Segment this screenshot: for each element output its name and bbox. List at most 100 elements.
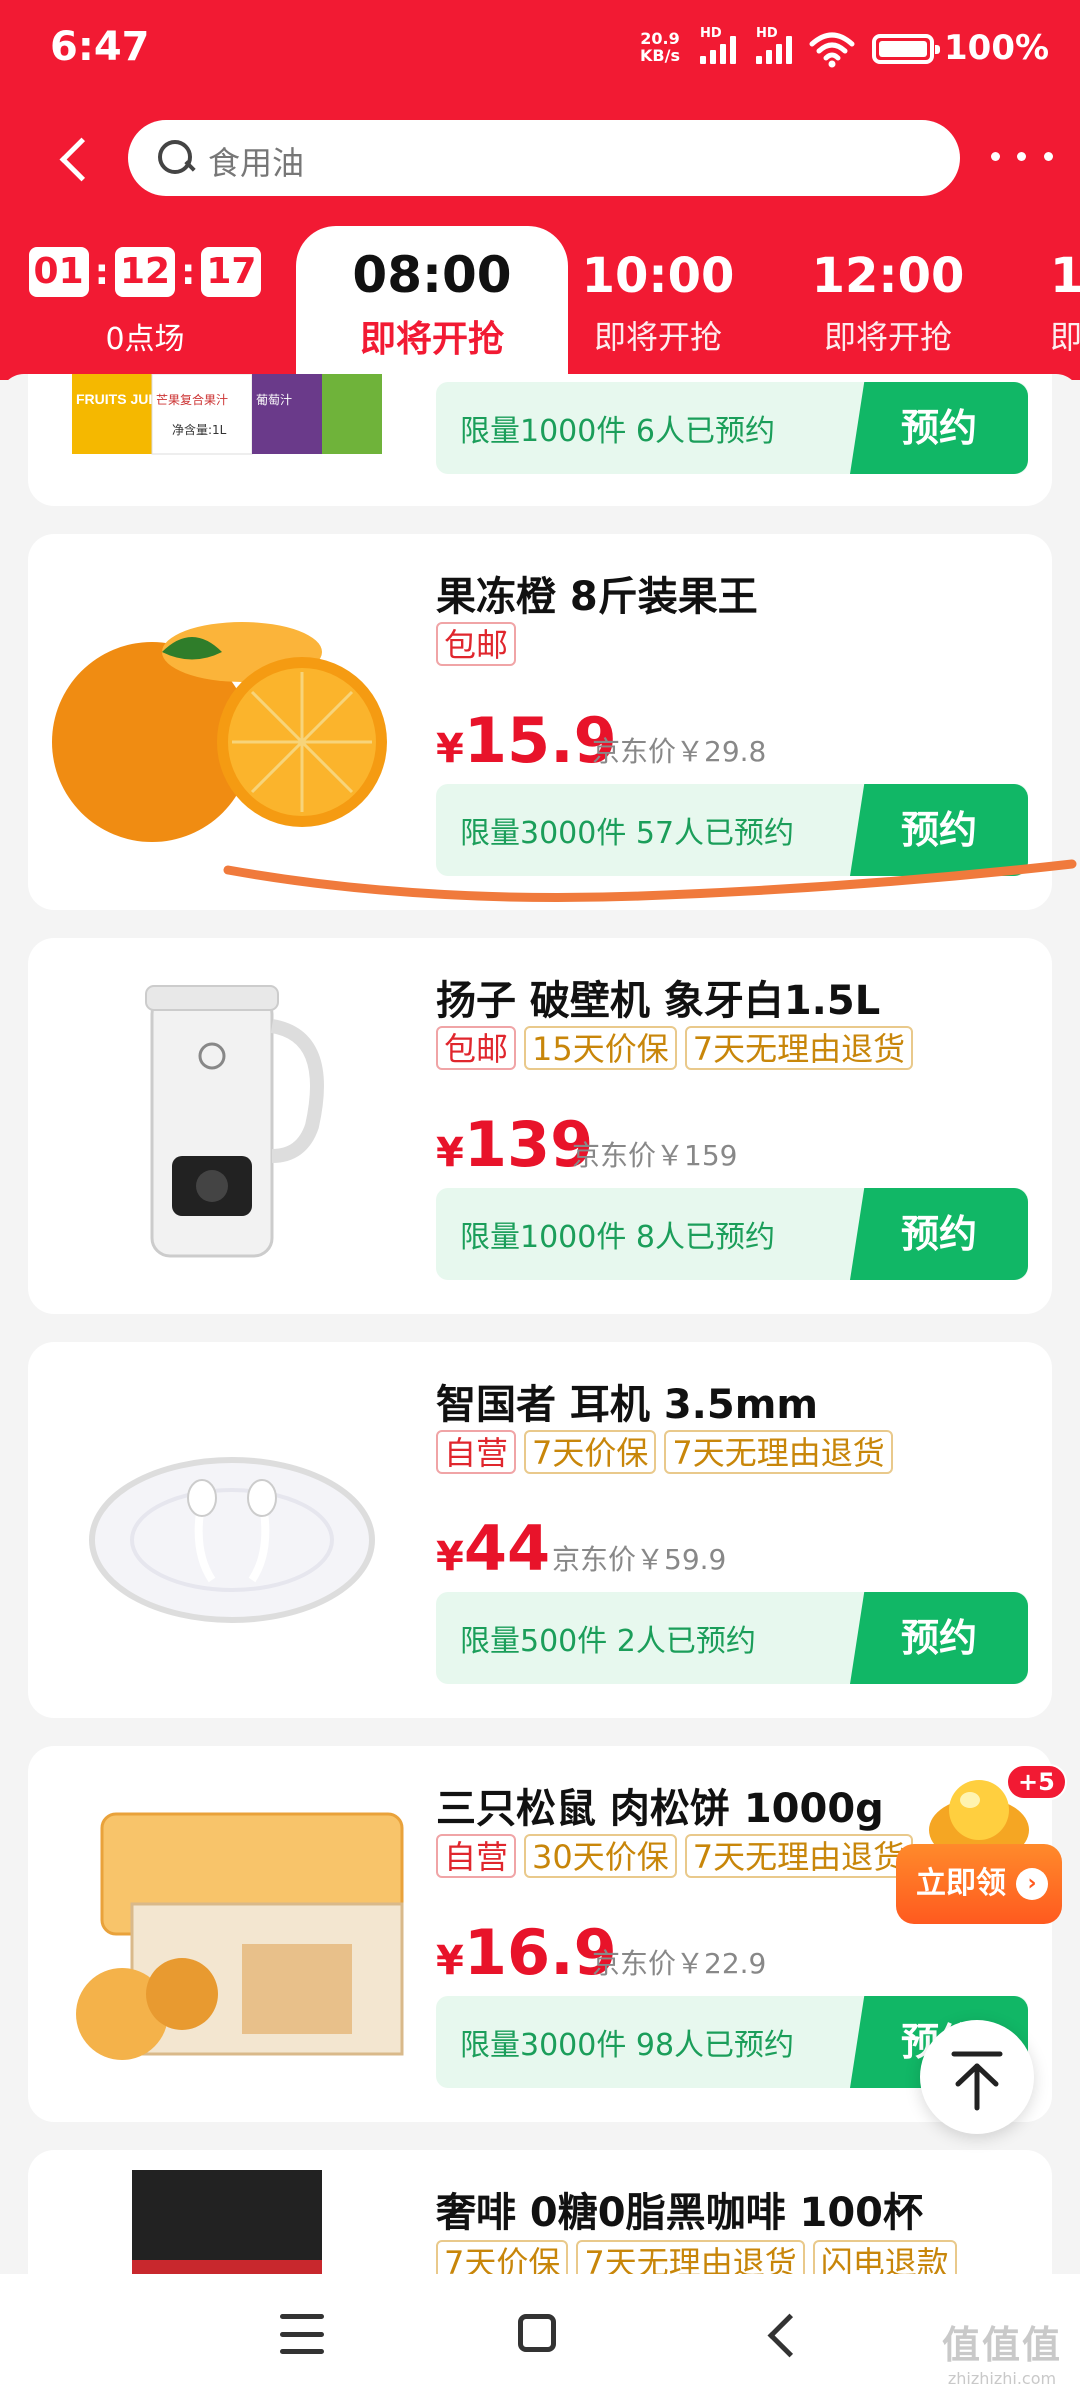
product-tags: 自营 7天价保 7天无理由退货 <box>436 1430 893 1474</box>
tag-free-return: 7天无理由退货 <box>684 1834 914 1878</box>
product-image-blender <box>145 985 324 1258</box>
reserve-button[interactable]: 预约 <box>850 382 1028 474</box>
arrow-up-icon <box>951 2051 1003 2111</box>
claim-label: 立即领 <box>916 1866 1006 1901</box>
juice-name-text: 芒果复合果汁 <box>156 392 228 407</box>
countdown-hours: 01 <box>28 247 89 297</box>
tag-free-return: 7天无理由退货 <box>684 1026 914 1070</box>
system-back-button[interactable] <box>760 2316 796 2352</box>
product-tags: 包邮 15天价保 7天无理由退货 <box>436 1026 914 1070</box>
search-input[interactable]: 食用油 <box>128 120 960 196</box>
tag-price-protect: 7天价保 <box>436 2240 569 2274</box>
product-price: ¥15.9 <box>436 704 617 777</box>
product-card-blender[interactable]: 扬子 破壁机 象牙白1.5L 包邮 15天价保 7天无理由退货 ¥139 京东价… <box>28 938 1052 1314</box>
product-list: FRUITS JUICE 芒果复合果汁 葡萄汁 净含量:1L 限量1000件 6… <box>0 374 1080 2274</box>
search-placeholder: 食用油 <box>208 144 305 182</box>
tab-status: 即将开抢 <box>593 318 722 356</box>
wifi-icon <box>809 32 855 68</box>
tab-time: 10:00 <box>581 248 735 304</box>
product-tags: 包邮 <box>436 622 517 666</box>
currency-symbol: ¥ <box>436 726 464 772</box>
product-card-coffee[interactable]: 奢啡 奢啡 0糖0脂黑咖啡 100杯 7天价保 7天无理由退货 闪电退款 <box>28 2150 1052 2274</box>
chevron-right-icon: › <box>1016 1868 1048 1900</box>
tab-next-partial[interactable]: 1 即 <box>1050 248 1080 358</box>
tag-price-protect: 7天价保 <box>524 1430 657 1474</box>
annotation-stroke <box>223 859 1077 903</box>
currency-symbol: ¥ <box>436 1938 464 1984</box>
tab-time: 1 <box>1050 248 1080 304</box>
reserve-button[interactable]: 预约 <box>850 1188 1028 1280</box>
home-button[interactable] <box>518 2314 556 2352</box>
product-title: 三只松鼠 肉松饼 1000g <box>436 1786 884 1832</box>
product-title: 奢啡 0糖0脂黑咖啡 100杯 <box>436 2190 924 2236</box>
reference-price: 京东价￥159 <box>572 1139 738 1172</box>
limit-text: 限量1000件 6人已预约 <box>460 414 775 449</box>
product-price: ¥139 <box>436 1108 593 1181</box>
coupon-widget[interactable]: +5 立即领 › <box>896 1760 1067 1940</box>
coupon-badge: +5 <box>1006 1764 1067 1800</box>
nav-bar: 食用油 <box>0 112 1080 202</box>
limit-text: 限量1000件 8人已预约 <box>460 1220 775 1255</box>
product-tags: 7天价保 7天无理由退货 闪电退款 <box>436 2240 957 2274</box>
tab-status: 即将开抢 <box>359 319 504 360</box>
product-title: 果冻橙 8斤装果王 <box>436 574 758 620</box>
countdown-seconds: 17 <box>201 247 262 297</box>
product-image-pastry <box>76 1812 404 2060</box>
back-button[interactable] <box>40 122 110 192</box>
signal-icon-2 <box>756 34 792 64</box>
tab-time: 12:00 <box>811 248 965 304</box>
back-to-top-button[interactable] <box>920 2020 1034 2134</box>
watermark: 值值值 zhizhizhi.com <box>932 2314 1072 2388</box>
product-price: ¥16.9 <box>436 1916 617 1989</box>
price-value: 44 <box>463 1512 551 1585</box>
tab-status: 即 <box>1050 318 1080 356</box>
recent-apps-button[interactable] <box>280 2314 324 2354</box>
tag-self-operated: 自营 <box>436 1834 517 1878</box>
reserve-bar: 限量500件 2人已预约 预约 <box>436 1592 1028 1684</box>
tab-status: 即将开抢 <box>823 318 952 356</box>
signal-icon <box>700 34 736 64</box>
battery-icon <box>872 34 940 64</box>
tab-0800[interactable]: 08:00 即将开抢 <box>296 226 568 386</box>
reference-price: 京东价￥22.9 <box>592 1947 767 1980</box>
battery-percent: 100% <box>944 28 1050 68</box>
reserve-button[interactable]: 预约 <box>850 1592 1028 1684</box>
product-card-juice[interactable]: FRUITS JUICE 芒果复合果汁 葡萄汁 净含量:1L 限量1000件 6… <box>28 374 1052 506</box>
limit-text: 限量3000件 98人已预约 <box>460 2028 795 2063</box>
tag-free-return: 7天无理由退货 <box>576 2240 805 2274</box>
countdown: 01 : 12 : 17 <box>20 244 270 300</box>
limit-text: 限量500件 2人已预约 <box>460 1624 756 1659</box>
claim-button[interactable]: 立即领 › <box>896 1844 1062 1924</box>
tag-free-return: 7天无理由退货 <box>664 1430 893 1474</box>
product-title: 扬子 破壁机 象牙白1.5L <box>436 978 881 1024</box>
reserve-bar: 限量1000件 8人已预约 预约 <box>436 1188 1028 1280</box>
network-rate-value: 20.9 <box>640 29 680 48</box>
product-image-orange <box>52 622 387 842</box>
system-nav-bar <box>0 2274 1080 2400</box>
product-card-earphones[interactable]: 智国者 耳机 3.5mm 自营 7天价保 7天无理由退货 ¥44 京东价￥59.… <box>28 1342 1052 1718</box>
current-session-label: 0点场 <box>105 322 185 357</box>
watermark-mark: 值值值 <box>941 2323 1062 2367</box>
more-button[interactable] <box>982 136 1062 176</box>
product-image-juice: FRUITS JUICE 芒果复合果汁 葡萄汁 净含量:1L <box>72 374 382 455</box>
product-price: ¥44 <box>436 1512 550 1585</box>
tag-free-shipping: 包邮 <box>436 622 517 666</box>
status-time: 6:47 <box>50 24 150 70</box>
network-rate: 20.9 KB/s <box>640 30 680 64</box>
tag-free-shipping: 包邮 <box>436 1026 517 1070</box>
reserve-bar: 限量1000件 6人已预约 预约 <box>436 382 1028 474</box>
tag-self-operated: 自营 <box>436 1430 517 1474</box>
product-title: 智国者 耳机 3.5mm <box>436 1382 819 1428</box>
tab-1200[interactable]: 12:00 即将开抢 <box>778 248 998 358</box>
tab-1000[interactable]: 10:00 即将开抢 <box>548 248 768 358</box>
session-tabs: 01 : 12 : 17 0点场 08:00 即将开抢 10:00 即将开抢 1… <box>0 226 1080 386</box>
tag-price-protect: 30天价保 <box>524 1834 677 1878</box>
tab-current-session[interactable]: 01 : 12 : 17 0点场 <box>20 244 270 374</box>
tag-price-protect: 15天价保 <box>524 1026 677 1070</box>
product-image-earphones <box>89 1457 375 1623</box>
status-bar: 6:47 20.9 KB/s HD HD 100% <box>0 0 1080 100</box>
product-tags: 自营 30天价保 7天无理由退货 <box>436 1834 914 1878</box>
currency-symbol: ¥ <box>436 1534 464 1580</box>
currency-symbol: ¥ <box>436 1130 464 1176</box>
reference-price: 京东价￥59.9 <box>552 1543 727 1576</box>
